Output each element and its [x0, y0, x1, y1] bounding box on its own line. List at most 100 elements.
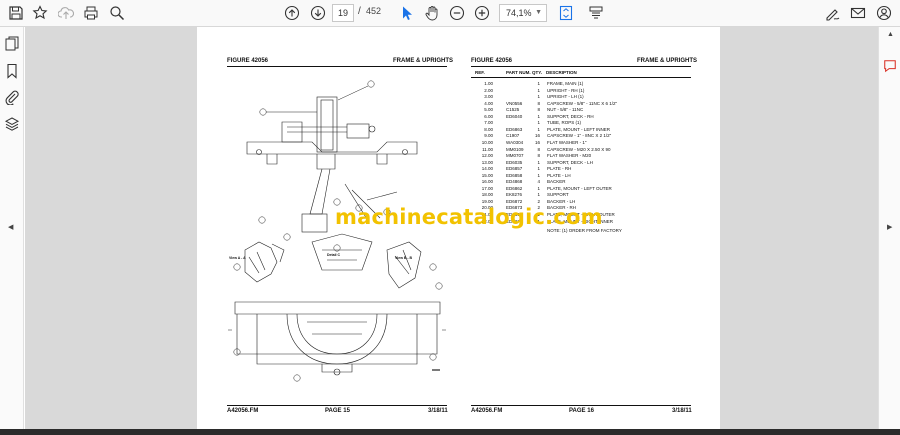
cell-qty: 1	[537, 120, 540, 126]
cell-ref: 5.00	[484, 107, 493, 113]
attachments-icon[interactable]	[4, 89, 20, 105]
cell-ref: 15.00	[481, 172, 493, 178]
cell-qty: 1	[537, 185, 540, 191]
cell-desc: CAPSCREW - 1" - 8NC X 2 1/2"	[547, 133, 612, 139]
cell-part: ED6035	[506, 159, 523, 165]
cell-qty: 8	[537, 100, 540, 106]
cell-desc: UPRIGHT - RH (1)	[547, 87, 585, 93]
scroll-mode-icon[interactable]	[586, 3, 606, 23]
cell-qty: 1	[537, 81, 540, 86]
cell-ref: 13.00	[481, 159, 493, 165]
cell-qty: 8	[537, 107, 540, 113]
zoom-select[interactable]: 74,1% ▼	[499, 4, 547, 22]
cell-ref: 1.00	[484, 81, 493, 86]
watermark-text: machinecatalogic.com	[335, 205, 603, 229]
cell-ref: 12.00	[481, 153, 493, 159]
sign-icon[interactable]	[823, 3, 843, 23]
cell-desc: SUPPORT	[547, 192, 569, 198]
bookmark-star-icon[interactable]	[30, 3, 50, 23]
cell-desc: SUPPORT, DECK - RH	[547, 113, 594, 119]
cell-desc: PLATE - LH	[547, 172, 571, 178]
cell-ref: 14.00	[481, 166, 493, 172]
cell-ref: 6.00	[484, 113, 493, 119]
fit-page-icon[interactable]	[556, 3, 576, 23]
cell-part: ED6872	[506, 198, 523, 204]
toolbar: 19 / 452 74,1% ▼	[0, 0, 900, 27]
cell-part: C1525	[506, 107, 520, 113]
collapse-left-arrow-icon[interactable]: ◀	[8, 223, 13, 231]
cell-part: VN0556	[506, 100, 523, 106]
upload-icon[interactable]	[56, 3, 76, 23]
cell-qty: 1	[537, 192, 540, 198]
cell-qty: 1	[537, 159, 540, 165]
cell-qty: 1	[537, 94, 540, 100]
cell-part: WA0304	[506, 139, 524, 145]
cell-desc: BACKER - LH	[547, 198, 576, 204]
bookmarks-icon[interactable]	[4, 63, 20, 79]
account-icon[interactable]	[874, 3, 894, 23]
save-icon[interactable]	[6, 3, 26, 23]
cell-desc: PLATE - RH	[547, 166, 572, 172]
page-number-input[interactable]: 19	[332, 4, 354, 22]
cell-desc: CAPSCREW - M20 X 2.50 X 90	[547, 146, 611, 152]
table-header-rule	[471, 77, 691, 78]
zoom-search-icon[interactable]	[107, 3, 127, 23]
col-ref: REF.	[475, 70, 485, 75]
expand-right-arrow-icon[interactable]: ▶	[887, 223, 892, 231]
pages-thumbnails-icon[interactable]	[4, 36, 20, 52]
right-footer-rule	[471, 405, 691, 406]
left-footer-page: PAGE 15	[325, 408, 350, 414]
zoom-in-icon[interactable]	[472, 3, 492, 23]
document-viewer[interactable]: FIGURE 42056 FRAME & UPRIGHTS View A - A…	[25, 27, 878, 429]
page-total: 452	[366, 6, 382, 16]
chevron-down-icon: ▼	[535, 9, 542, 16]
cell-ref: 10.00	[481, 139, 493, 145]
cell-part: ED6857	[506, 166, 523, 172]
col-part: PART NUM.	[506, 70, 531, 75]
zoom-out-icon[interactable]	[447, 3, 467, 23]
cell-desc: NUT - 5/8" - 11NC	[547, 107, 584, 113]
left-figure-number: FIGURE 42056	[227, 58, 269, 64]
cell-part: C1907	[506, 133, 520, 139]
comment-icon[interactable]	[883, 59, 897, 73]
email-icon[interactable]	[848, 3, 868, 23]
cell-ref: 9.00	[484, 133, 493, 139]
view-label-c: Detail C	[327, 253, 341, 257]
taskbar-strip	[0, 429, 900, 435]
cell-part: ED6863	[506, 126, 523, 132]
cell-part: ED6858	[506, 172, 523, 178]
print-icon[interactable]	[81, 3, 101, 23]
cell-qty: 1	[537, 113, 540, 119]
cell-ref: 7.00	[484, 120, 493, 126]
cell-desc: BACKER	[547, 179, 566, 185]
right-footer-page: PAGE 16	[569, 408, 594, 414]
right-footer-file: A42056.FM	[471, 408, 503, 414]
left-footer-rule	[227, 405, 447, 406]
right-side-panel: ▲ ▶	[878, 27, 900, 435]
select-cursor-icon[interactable]	[397, 3, 417, 23]
right-footer-date: 3/18/11	[672, 408, 692, 414]
cell-qty: 1	[537, 166, 540, 172]
cell-part: MM0707	[506, 153, 524, 159]
col-qty: QTY.	[532, 70, 543, 75]
cell-qty: 1	[537, 172, 540, 178]
cell-desc: TUBE, ROPS (1)	[547, 120, 582, 126]
page-down-icon[interactable]	[308, 3, 328, 23]
scroll-up-icon[interactable]: ▲	[887, 31, 894, 38]
cell-ref: 19.00	[481, 198, 493, 204]
cell-qty: 16	[534, 133, 540, 139]
col-desc: DESCRIPTION	[546, 70, 577, 75]
cell-desc: FLAT WASHER - M20	[547, 153, 592, 159]
page-up-icon[interactable]	[282, 3, 302, 23]
cell-ref: 3.00	[484, 94, 493, 100]
left-page-title: FRAME & UPRIGHTS	[393, 58, 453, 64]
hand-pan-icon[interactable]	[422, 3, 442, 23]
cell-part: ED6862	[506, 185, 523, 191]
layers-icon[interactable]	[4, 116, 20, 132]
cell-desc: SUPPORT, DECK - LH	[547, 159, 593, 165]
left-footer-date: 3/18/11	[428, 408, 448, 414]
page-separator: /	[358, 6, 361, 17]
cell-qty: 1	[537, 87, 540, 93]
cell-ref: 16.00	[481, 179, 493, 185]
cell-ref: 17.00	[481, 185, 493, 191]
